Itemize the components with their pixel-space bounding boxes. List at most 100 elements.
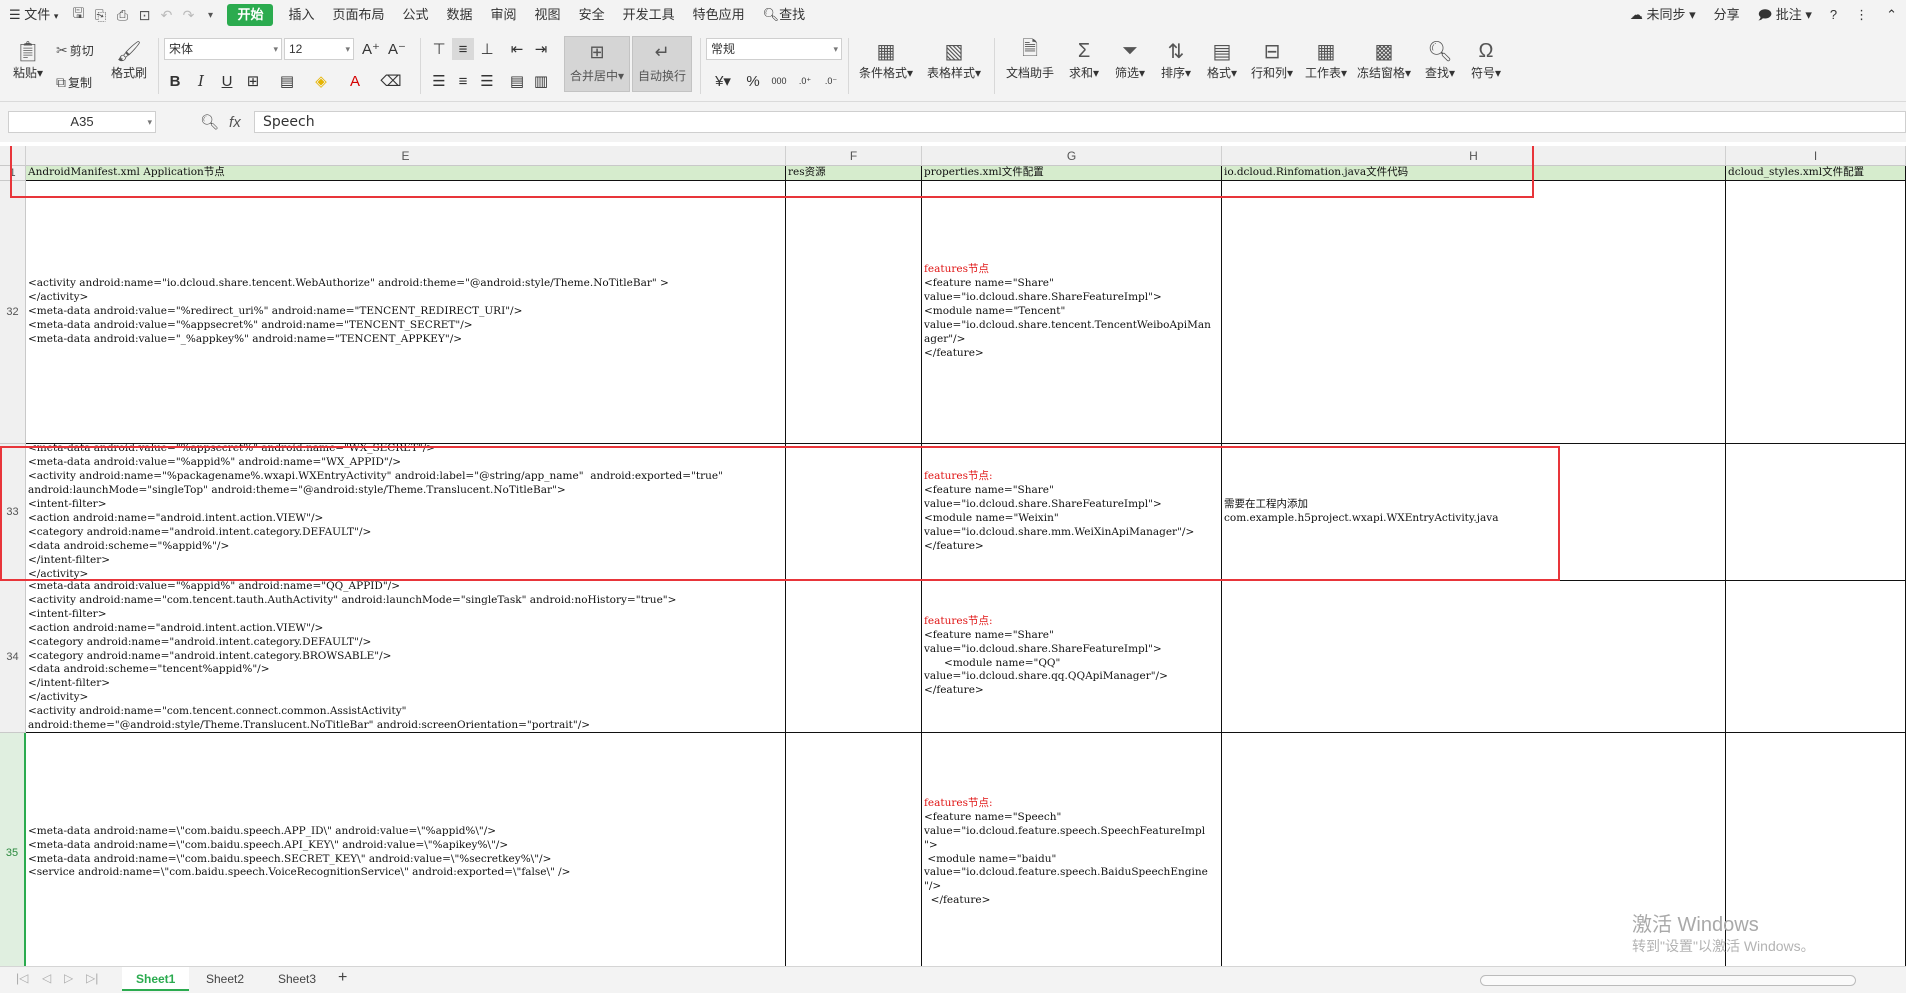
cell-f35[interactable] [786, 733, 922, 966]
print-preview-icon[interactable]: ⊡ [133, 0, 155, 30]
search-button[interactable]: 🔍︎查找 [754, 0, 815, 30]
row-header-34[interactable]: 34 [0, 581, 26, 733]
format-button[interactable]: ▤ 格式▾ [1202, 36, 1242, 81]
symbol-button[interactable]: Ω 符号▾ [1466, 36, 1506, 81]
add-sheet-icon[interactable]: + [338, 969, 347, 987]
tab-home[interactable]: 开始 [227, 4, 274, 26]
print-icon[interactable]: ⎙ [111, 0, 133, 30]
select-all-corner[interactable] [0, 146, 26, 166]
prev-sheet-icon[interactable]: ◁ [42, 971, 51, 985]
filter-button[interactable]: ⏷ 筛选▾ [1110, 36, 1150, 81]
sort-button[interactable]: ⇅ 排序▾ [1156, 36, 1196, 81]
distributed-icon[interactable]: ▥ [530, 70, 552, 92]
row-col-button[interactable]: ⊟ 行和列▾ [1248, 36, 1296, 81]
row-header-32[interactable]: 32 [0, 181, 26, 444]
cell-i34[interactable] [1726, 581, 1906, 733]
increase-decimal-icon[interactable]: .0⁺ [794, 70, 816, 92]
percent-icon[interactable]: % [742, 70, 764, 92]
increase-indent-icon[interactable]: ⇥ [530, 38, 552, 60]
wrap-text-button[interactable]: ↵ 自动换行 [632, 36, 692, 92]
cell-i33[interactable] [1726, 444, 1906, 581]
doc-helper-button[interactable]: 🗎 文档助手 [1002, 36, 1058, 80]
tab-formulas[interactable]: 公式 [394, 0, 438, 30]
underline-icon[interactable]: U [216, 70, 238, 92]
align-right-icon[interactable]: ☰ [476, 70, 498, 92]
tab-insert[interactable]: 插入 [279, 0, 323, 30]
thousands-icon[interactable]: 000 [768, 70, 790, 92]
italic-icon[interactable]: I [190, 70, 212, 92]
cell-i32[interactable] [1726, 181, 1906, 444]
sum-button[interactable]: Σ 求和▾ [1064, 36, 1104, 81]
cell-h34[interactable] [1222, 581, 1726, 733]
zoom-icon[interactable]: 🔍︎ [200, 113, 219, 131]
clear-format-icon[interactable]: ⌫ [380, 70, 402, 92]
row-header-35[interactable]: 35 [0, 733, 26, 966]
header-cell-h[interactable]: io.dcloud.Rinfomation.java文件代码 [1222, 166, 1726, 181]
increase-font-icon[interactable]: A⁺ [360, 38, 382, 60]
tab-developer[interactable]: 开发工具 [614, 0, 684, 30]
header-cell-g[interactable]: properties.xml文件配置 [922, 166, 1222, 181]
undo-icon[interactable]: ↶ [155, 0, 177, 30]
tab-security[interactable]: 安全 [570, 0, 614, 30]
find-button[interactable]: 🔍︎ 查找▾ [1420, 36, 1460, 81]
number-format-select[interactable]: 常规 ▾ [706, 38, 842, 60]
conditional-format-button[interactable]: ▦ 条件格式▾ [856, 36, 916, 81]
tab-view[interactable]: 视图 [526, 0, 570, 30]
quick-access-more-icon[interactable]: ▾ [199, 0, 221, 30]
sheet-tab-2[interactable]: Sheet2 [192, 967, 258, 991]
row-header-33[interactable]: 33 [0, 444, 26, 581]
spreadsheet-grid[interactable]: E F G H I 1 AndroidManifest.xml Applicat… [0, 146, 1906, 966]
next-sheet-icon[interactable]: ▷ [64, 971, 73, 985]
export-pdf-icon[interactable]: ⎘ [89, 0, 111, 30]
header-cell-i[interactable]: dcloud_styles.xml文件配置 [1726, 166, 1906, 181]
cell-e33[interactable]: <meta-data android:value="%appsecret%" a… [26, 444, 786, 581]
tab-special[interactable]: 特色应用 [684, 0, 754, 30]
sync-button[interactable]: ☁ 未同步 ▾ [1621, 0, 1705, 30]
redo-icon[interactable]: ↷ [177, 0, 199, 30]
table-style-button[interactable]: ▧ 表格样式▾ [924, 36, 984, 81]
cut-button[interactable]: ✂ 剪切 [56, 42, 94, 59]
cell-f33[interactable] [786, 444, 922, 581]
formula-input[interactable]: Speech [254, 111, 1906, 133]
align-center-icon[interactable]: ≡ [452, 70, 474, 92]
header-cell-f[interactable]: res资源 [786, 166, 922, 181]
cell-f34[interactable] [786, 581, 922, 733]
tab-data[interactable]: 数据 [438, 0, 482, 30]
tab-page-layout[interactable]: 页面布局 [323, 0, 393, 30]
row-header-1[interactable]: 1 [0, 166, 26, 181]
column-header-h[interactable]: H [1222, 146, 1726, 166]
tab-review[interactable]: 审阅 [482, 0, 526, 30]
sheet-tab-1[interactable]: Sheet1 [122, 967, 190, 991]
paste-button[interactable]: 📋︎ 粘贴▾ [10, 36, 46, 81]
cell-h32[interactable] [1222, 181, 1726, 444]
justify-icon[interactable]: ▤ [506, 70, 528, 92]
column-header-f[interactable]: F [786, 146, 922, 166]
share-button[interactable]: 分享 [1705, 0, 1749, 30]
save-icon[interactable]: 🖫 [67, 0, 89, 30]
cell-g34[interactable]: features节点: <feature name="Share" value="… [922, 581, 1222, 733]
currency-icon[interactable]: ¥▾ [708, 70, 738, 92]
align-bottom-icon[interactable]: ⊥ [476, 38, 498, 60]
column-header-i[interactable]: I [1726, 146, 1906, 166]
freeze-panes-button[interactable]: ▩ 冻结窗格▾ [1356, 36, 1412, 81]
font-name-select[interactable]: 宋体 ▾ [164, 38, 282, 60]
comment-button[interactable]: 🗩 批注 ▾ [1749, 0, 1821, 30]
last-sheet-icon[interactable]: ▷| [86, 971, 98, 985]
fill-color-icon[interactable]: ◈ [310, 70, 332, 92]
cell-g32[interactable]: features节点 <feature name="Share" value="i… [922, 181, 1222, 444]
font-size-select[interactable]: 12 ▾ [284, 38, 354, 60]
align-middle-icon[interactable]: ≡ [452, 38, 474, 60]
fx-icon[interactable]: fx [229, 114, 241, 131]
help-button[interactable]: ? [1821, 0, 1846, 30]
decrease-indent-icon[interactable]: ⇤ [506, 38, 528, 60]
name-box[interactable]: A35 ▾ [8, 111, 156, 133]
bold-icon[interactable]: B [164, 70, 186, 92]
font-color-icon[interactable]: A [344, 70, 366, 92]
more-options-icon[interactable]: ⋮ [1846, 0, 1877, 30]
cell-h33[interactable]: 需要在工程内添加 com.example.h5project.wxapi.WXE… [1222, 444, 1726, 581]
horizontal-scrollbar[interactable] [1480, 975, 1856, 986]
merge-center-button[interactable]: ⊞ 合并居中▾ [564, 36, 630, 92]
copy-button[interactable]: ⧉ 复制 [56, 74, 92, 91]
align-top-icon[interactable]: ⊤ [428, 38, 450, 60]
worksheet-button[interactable]: ▦ 工作表▾ [1302, 36, 1350, 81]
